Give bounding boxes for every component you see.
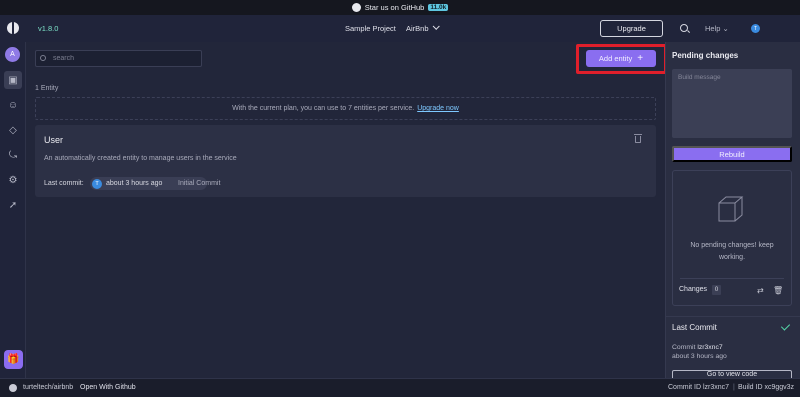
whats-new-button[interactable]: 🎁 [4,350,23,369]
gift-icon: 🎁 [7,354,20,365]
trash-icon[interactable] [634,134,642,143]
footer-separator: | [733,384,735,391]
chevron-down-icon: ⌄ [722,24,729,33]
project-name[interactable]: Sample Project [345,24,396,33]
github-icon [9,384,17,392]
empty-box-icon [718,196,744,222]
commit-message: Initial Commit [178,180,221,187]
commit-id-line: Commit lzr3xnc7 [672,344,723,351]
divider [665,316,800,317]
sidebar-item-roles[interactable]: ☺ [4,96,22,114]
entity-card-user[interactable]: User An automatically created entity to … [35,125,656,197]
commit-time: about 3 hours ago [106,180,163,187]
help-label: Help [705,24,721,33]
rebuild-button[interactable]: Rebuild [672,146,792,162]
open-with-github-link[interactable]: Open With Github [80,384,136,391]
footer-build-id[interactable]: Build ID xc9ggv3z [738,384,794,391]
deploy-icon: ➚ [8,199,18,211]
footer-commit-id[interactable]: Commit ID lzr3xnc7 [668,384,729,391]
banner-text: Star us on GitHub [364,3,425,12]
repo-name: AirBnb [406,24,429,33]
commit-label: Commit [672,344,696,351]
changes-count-badge: 0 [712,285,721,295]
changes-label: Changes [679,286,708,293]
status-footer: turteltech/airbnb Open With Github Commi… [0,378,800,397]
search-icon[interactable] [680,24,688,32]
footer-repo[interactable]: turteltech/airbnb [23,384,73,391]
trash-icon[interactable]: 🗑 [773,286,783,295]
database-icon: ▣ [8,74,18,86]
divider [680,278,784,279]
compare-icon[interactable]: ⇄ [757,286,764,295]
sidebar-item-deploy[interactable]: ➚ [4,196,22,214]
search-input[interactable] [35,50,202,67]
help-menu[interactable]: Help ⌄ [705,24,729,33]
star-count-badge: 11.0k [428,4,449,11]
settings-icon: ⚙ [8,174,18,186]
sidebar-item-settings[interactable]: ⚙ [4,171,22,189]
sidebar-item-entities[interactable]: ▣ [4,71,22,89]
workspace-avatar[interactable]: A [5,47,20,62]
connections-icon: ⤿ [8,149,18,161]
author-avatar: T [92,178,102,189]
roles-icon: ☺ [7,99,19,111]
version-label: v1.8.0 [38,24,59,33]
sidebar-item-plugins[interactable]: ◇ [4,121,22,139]
plan-text: With the current plan, you can use to 7 … [232,105,415,112]
github-icon [351,3,361,12]
panel-title: Pending changes [672,51,739,60]
add-entity-label: Add entity [598,54,633,63]
add-entity-button[interactable]: Add entity + [586,50,656,67]
sidebar-item-connections[interactable]: ⤿ [4,146,22,164]
plan-limit-banner: With the current plan, you can use to 7 … [35,97,656,120]
plugin-icon: ◇ [9,124,17,136]
no-changes-text: No pending changes! keep working. [690,242,774,261]
user-avatar[interactable]: T [751,24,760,33]
commit-time: about 3 hours ago [672,353,727,360]
search-icon [40,55,46,61]
app-logo[interactable] [7,22,19,34]
upgrade-now-link[interactable]: Upgrade now [417,105,459,112]
repo-selector[interactable]: AirBnb [406,22,440,33]
upgrade-button[interactable]: Upgrade [600,20,663,37]
entity-description: An automatically created entity to manag… [44,155,237,162]
build-message-input[interactable] [672,69,792,138]
last-commit-label: Last commit: [44,180,84,187]
commit-id-link[interactable]: lzr3xnc7 [697,344,722,351]
plus-icon: + [637,52,644,64]
entity-count: 1 Entity [35,85,59,92]
github-star-banner[interactable]: Star us on GitHub 11.0k [0,0,800,15]
entity-name[interactable]: User [44,135,63,145]
last-commit-title: Last Commit [672,323,717,332]
